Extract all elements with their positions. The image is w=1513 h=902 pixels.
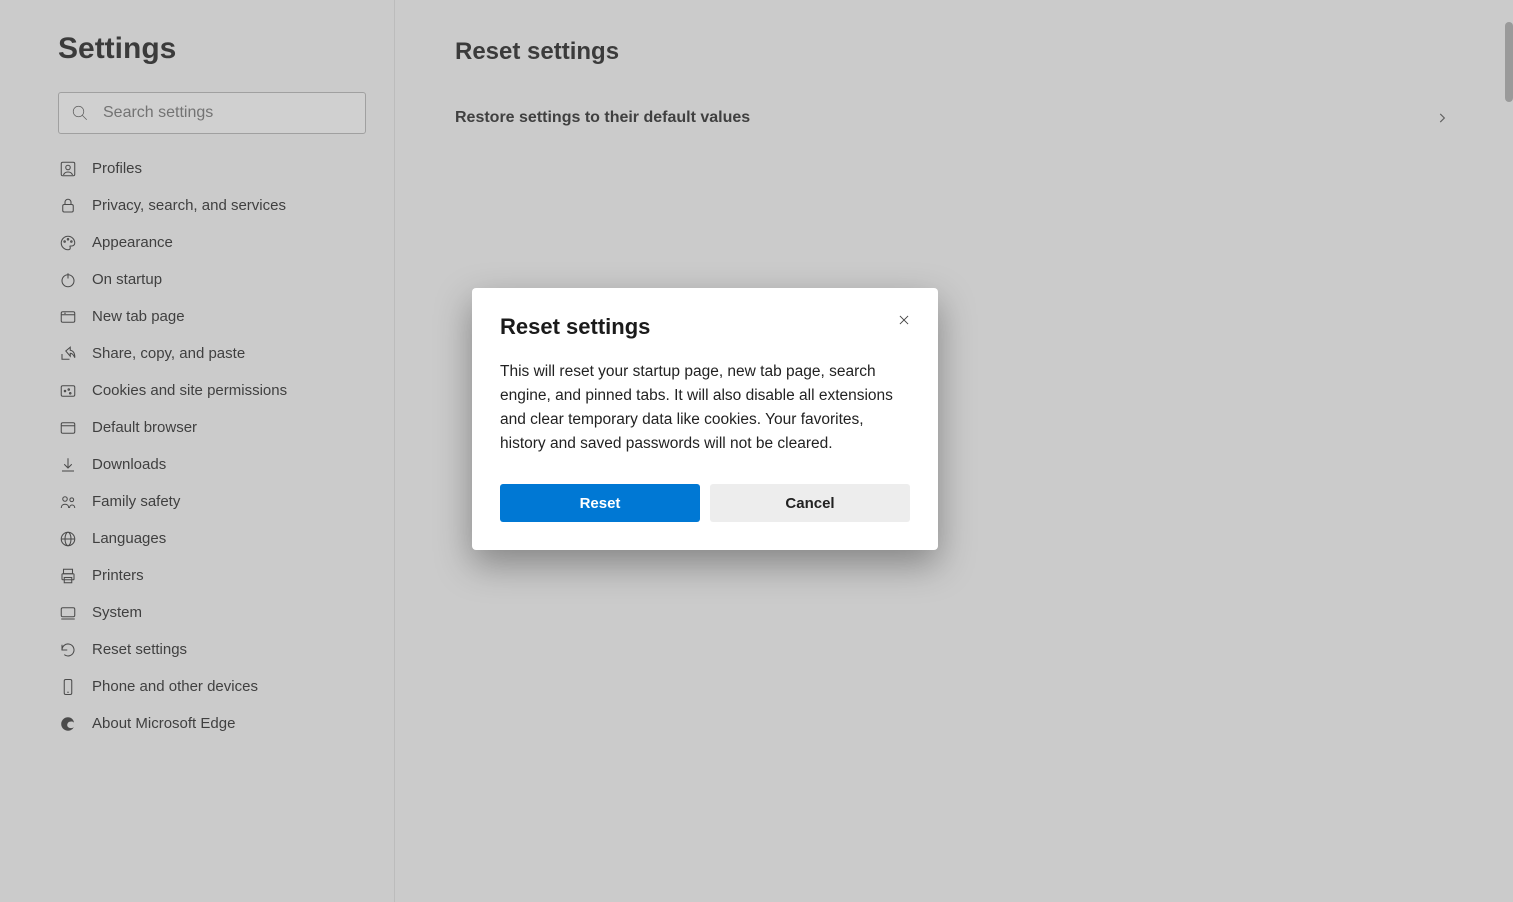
dialog-close-button[interactable]	[892, 308, 916, 332]
cancel-button[interactable]: Cancel	[710, 484, 910, 522]
reset-button[interactable]: Reset	[500, 484, 700, 522]
scrollbar-thumb[interactable]	[1505, 22, 1513, 102]
dialog-title: Reset settings	[500, 314, 650, 340]
dialog-body: This will reset your startup page, new t…	[500, 360, 910, 456]
reset-settings-dialog: Reset settings This will reset your star…	[472, 288, 938, 550]
close-icon	[897, 313, 911, 327]
